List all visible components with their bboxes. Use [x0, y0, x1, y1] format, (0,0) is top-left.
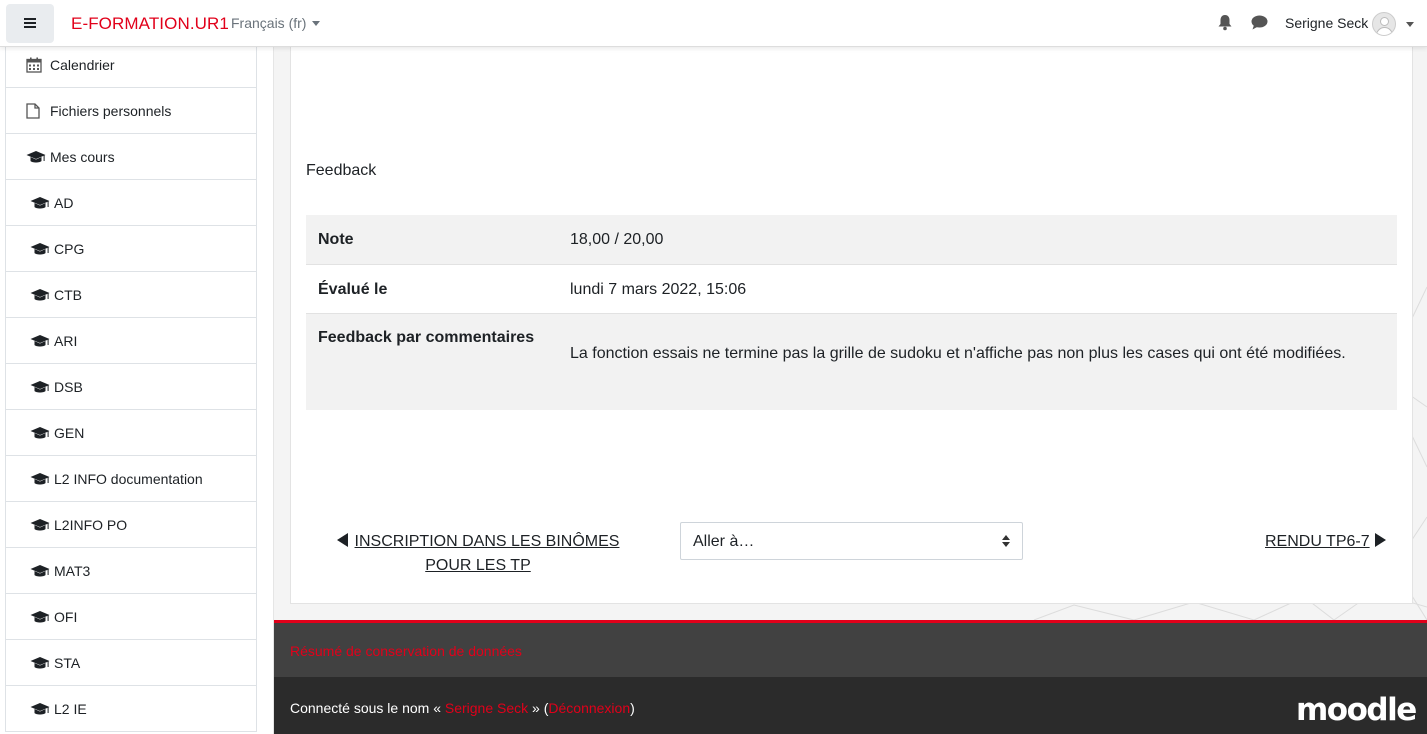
nav-drawer: Calendrier Fichiers personnels Mes cours… — [0, 47, 274, 734]
graduation-cap-icon — [26, 149, 46, 165]
sidebar-item-course[interactable]: GEN — [6, 410, 256, 456]
sidebar-item-course[interactable]: L2 INFO documentation — [6, 456, 256, 502]
sidebar-item-course[interactable]: CTB — [6, 272, 256, 318]
chat-icon[interactable] — [1251, 15, 1268, 34]
user-name[interactable]: Serigne Seck — [1285, 15, 1368, 31]
footer-top: Résumé de conservation de données — [274, 620, 1427, 677]
graduation-cap-icon — [30, 471, 50, 487]
graduation-cap-icon — [30, 241, 50, 257]
next-activity-label: RENDU TP6-7 — [1265, 533, 1370, 550]
moodle-logo[interactable]: moodle — [1296, 692, 1417, 728]
sidebar-item-label: DSB — [54, 378, 83, 395]
login-info-mid: » ( — [528, 700, 549, 716]
sidebar-item-course[interactable]: STA — [6, 640, 256, 686]
triangle-left-icon — [336, 533, 348, 547]
site-brand-link[interactable]: E-FORMATION.UR1 — [71, 14, 229, 34]
grade-label: Note — [318, 231, 354, 248]
logout-link[interactable]: Déconnexion — [548, 700, 630, 716]
language-menu[interactable]: Français (fr) — [231, 15, 321, 31]
previous-activity-link[interactable]: INSCRIPTION DANS LES BINÔMES POUR LES TP — [330, 530, 626, 578]
table-row: Note 18,00 / 20,00 — [306, 215, 1397, 265]
graduation-cap-icon — [30, 287, 50, 303]
sidebar-item-label: MAT3 — [54, 562, 91, 579]
chevron-down-icon[interactable] — [1406, 22, 1414, 27]
bell-icon[interactable] — [1217, 14, 1233, 35]
graduation-cap-icon — [30, 655, 50, 671]
sidebar-item-label: Mes cours — [50, 148, 115, 165]
nav-drawer-list: Calendrier Fichiers personnels Mes cours… — [5, 47, 257, 732]
top-navbar: E-FORMATION.UR1 Français (fr) Serigne Se… — [0, 0, 1427, 47]
feedback-comments-value: La fonction essais ne termine pas la gri… — [570, 345, 1346, 362]
sidebar-item-course[interactable]: OFI — [6, 594, 256, 640]
grade-value: 18,00 / 20,00 — [570, 231, 664, 248]
language-label: Français (fr) — [231, 15, 307, 31]
feedback-table: Note 18,00 / 20,00 Évalué le lundi 7 mar… — [306, 215, 1397, 410]
sidebar-item-label: GEN — [54, 424, 85, 441]
sidebar-item-label: CPG — [54, 240, 85, 257]
hamburger-icon — [24, 15, 36, 32]
footer-bottom: Connecté sous le nom « Serigne Seck » (D… — [274, 677, 1427, 734]
previous-activity-label: INSCRIPTION DANS LES BINÔMES POUR LES TP — [354, 533, 620, 574]
sidebar-item-course[interactable]: L2 IE — [6, 686, 256, 732]
profile-link[interactable]: Serigne Seck — [445, 700, 528, 716]
sidebar-item-label: L2INFO PO — [54, 516, 128, 533]
sidebar-item-calendar[interactable]: Calendrier — [6, 47, 256, 88]
sidebar-item-label: STA — [54, 654, 81, 671]
triangle-right-icon — [1374, 533, 1386, 547]
graded-on-label: Évalué le — [318, 281, 388, 298]
graduation-cap-icon — [30, 425, 50, 441]
sidebar-item-label: CTB — [54, 286, 82, 303]
sidebar-item-my-courses[interactable]: Mes cours — [6, 134, 256, 180]
graduation-cap-icon — [30, 701, 50, 717]
sidebar-item-label: L2 IE — [54, 700, 87, 717]
calendar-icon — [26, 57, 46, 73]
sidebar-item-private-files[interactable]: Fichiers personnels — [6, 88, 256, 134]
next-activity-link[interactable]: RENDU TP6-7 — [1265, 530, 1386, 554]
graduation-cap-icon — [30, 563, 50, 579]
feedback-comments-label: Feedback par commentaires — [318, 329, 535, 346]
sidebar-item-label: ARI — [54, 332, 78, 349]
sidebar-item-course[interactable]: AD — [6, 180, 256, 226]
sidebar-item-label: OFI — [54, 608, 78, 625]
graduation-cap-icon — [30, 609, 50, 625]
sidebar-item-label: Calendrier — [50, 56, 115, 73]
graduation-cap-icon — [30, 195, 50, 211]
graduation-cap-icon — [30, 517, 50, 533]
sidebar-item-label: AD — [54, 194, 74, 211]
table-row: Évalué le lundi 7 mars 2022, 15:06 — [306, 265, 1397, 314]
jump-to-select[interactable]: Aller à… — [680, 522, 1023, 560]
sidebar-item-course[interactable]: CPG — [6, 226, 256, 272]
sidebar-item-course[interactable]: ARI — [6, 318, 256, 364]
feedback-heading: Feedback — [306, 162, 377, 179]
sidebar-item-course[interactable]: L2INFO PO — [6, 502, 256, 548]
login-info: Connecté sous le nom « Serigne Seck » (D… — [290, 700, 635, 716]
login-info-suffix: ) — [630, 700, 635, 716]
select-arrows-icon — [1002, 535, 1010, 547]
jump-to-value: Aller à… — [693, 533, 755, 550]
login-info-prefix: Connecté sous le nom « — [290, 700, 445, 716]
graded-on-value: lundi 7 mars 2022, 15:06 — [570, 281, 747, 298]
graduation-cap-icon — [30, 333, 50, 349]
sidebar-item-label: L2 INFO documentation — [54, 470, 203, 487]
sidebar-item-course[interactable]: DSB — [6, 364, 256, 410]
graduation-cap-icon — [30, 379, 50, 395]
menu-toggle-button[interactable] — [6, 4, 54, 43]
chevron-down-icon — [312, 21, 321, 26]
avatar[interactable] — [1372, 12, 1396, 36]
table-row: Feedback par commentaires La fonction es… — [306, 314, 1397, 410]
sidebar-item-label: Fichiers personnels — [50, 102, 172, 119]
data-retention-link[interactable]: Résumé de conservation de données — [290, 643, 522, 659]
sidebar-item-course[interactable]: MAT3 — [6, 548, 256, 594]
file-icon — [26, 102, 46, 119]
